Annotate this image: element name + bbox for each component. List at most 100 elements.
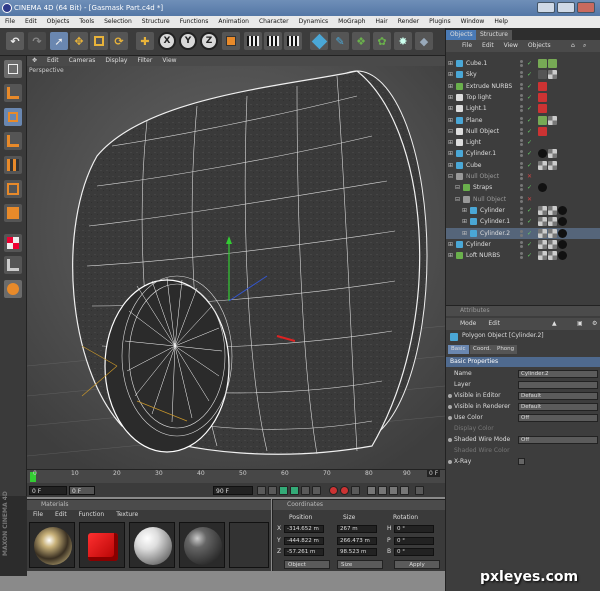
add-deformer-button[interactable]: ✸ bbox=[394, 32, 412, 50]
editor-visibility-dot[interactable] bbox=[520, 240, 523, 244]
object-row[interactable]: ⊟ Null Object ✕ bbox=[446, 194, 600, 205]
object-row[interactable]: ⊞ Cylinder ✓ bbox=[446, 239, 600, 250]
editor-visibility-dot[interactable] bbox=[520, 60, 523, 63]
use-model-mode-button[interactable] bbox=[4, 60, 22, 78]
object-row[interactable]: ⊞ Plane ✓ bbox=[446, 115, 600, 126]
z-axis-button[interactable]: Z bbox=[200, 32, 218, 50]
menu-help[interactable]: Help bbox=[489, 16, 513, 28]
render-visibility-dot[interactable] bbox=[520, 97, 523, 101]
perspective-viewport[interactable]: Perspective bbox=[27, 66, 445, 469]
object-tag-icon[interactable] bbox=[538, 59, 547, 68]
scale-tool-button[interactable] bbox=[90, 32, 108, 50]
frame-end-field[interactable]: 90 F bbox=[213, 486, 253, 495]
render-visibility-dot[interactable] bbox=[520, 131, 523, 135]
editor-visibility-dot[interactable] bbox=[520, 218, 523, 222]
render-visibility-dot[interactable] bbox=[520, 188, 523, 192]
materials-menu-file[interactable]: File bbox=[27, 510, 49, 520]
material-thumbnail-white[interactable] bbox=[129, 522, 175, 568]
enabled-check-icon[interactable]: ✓ bbox=[527, 115, 532, 126]
menu-plugins[interactable]: Plugins bbox=[424, 16, 456, 28]
obj-menu-edit[interactable]: Edit bbox=[477, 40, 499, 52]
coord-system-button[interactable] bbox=[222, 32, 240, 50]
menu-file[interactable]: File bbox=[0, 16, 20, 28]
render-visibility-dot[interactable] bbox=[520, 210, 523, 214]
material-thumbnail-dark[interactable] bbox=[179, 522, 225, 568]
record-button[interactable] bbox=[329, 486, 338, 495]
editor-visibility-dot[interactable] bbox=[520, 71, 523, 75]
editor-visibility-dot[interactable] bbox=[520, 206, 523, 210]
object-row[interactable]: ⊞ Top light ✓ bbox=[446, 92, 600, 103]
rotate-tool-button[interactable]: ⟳ bbox=[110, 32, 128, 50]
object-row[interactable]: ⊞ Cylinder ✓ bbox=[446, 205, 600, 216]
obj-menu-objects[interactable]: Objects bbox=[523, 40, 556, 52]
attr-menu-mode[interactable]: Mode bbox=[446, 318, 482, 330]
editor-visibility-dot[interactable] bbox=[520, 82, 523, 86]
attr-dropdown[interactable]: Off bbox=[518, 414, 598, 422]
enabled-check-icon[interactable]: ✓ bbox=[527, 92, 532, 103]
render-visibility-dot[interactable] bbox=[520, 86, 523, 90]
tweak-mode-button[interactable] bbox=[4, 256, 22, 274]
object-tag-icon[interactable] bbox=[548, 70, 557, 80]
key-scale-button[interactable] bbox=[378, 486, 387, 495]
autokey-button[interactable] bbox=[340, 486, 349, 495]
enabled-check-icon[interactable]: ✓ bbox=[527, 239, 532, 250]
add-spline-button[interactable]: ✎ bbox=[331, 32, 349, 50]
search-icon[interactable]: ⌕ bbox=[578, 40, 591, 52]
animate-dot-icon[interactable] bbox=[448, 438, 452, 442]
menu-structure[interactable]: Structure bbox=[137, 16, 175, 28]
material-thumbnail-chrome[interactable] bbox=[29, 522, 75, 568]
attr-dropdown[interactable]: Default bbox=[518, 392, 598, 400]
expand-toggle-icon[interactable]: ⊞ bbox=[448, 103, 453, 114]
menu-tools[interactable]: Tools bbox=[74, 16, 99, 28]
object-row[interactable]: ⊞ Cylinder.1 ✓ bbox=[446, 216, 600, 227]
y-axis-button[interactable]: Y bbox=[179, 32, 197, 50]
menu-hair[interactable]: Hair bbox=[370, 16, 392, 28]
render-visibility-dot[interactable] bbox=[520, 244, 523, 248]
object-row[interactable]: ⊞ Cylinder.2 ✓ bbox=[446, 227, 600, 239]
object-row[interactable]: ⊞ Cylinder.1 ✓ bbox=[446, 148, 600, 159]
viewport-nav-icon[interactable]: ✥ bbox=[27, 56, 42, 66]
object-tag-icon[interactable] bbox=[548, 115, 557, 125]
key-position-button[interactable] bbox=[367, 486, 376, 495]
add-array-button[interactable]: ✿ bbox=[373, 32, 391, 50]
object-row[interactable]: ⊟ Null Object ✓ bbox=[446, 126, 600, 137]
expand-toggle-icon[interactable]: ⊞ bbox=[448, 115, 453, 126]
coord-b-rotation[interactable]: 0 ° bbox=[394, 548, 434, 556]
object-row[interactable]: ⊞ Cube ✓ bbox=[446, 160, 600, 171]
material-thumbnail-red[interactable] bbox=[79, 522, 125, 568]
render-visibility-dot[interactable] bbox=[520, 75, 523, 79]
attr-dropdown[interactable]: Off bbox=[518, 436, 598, 444]
editor-visibility-dot[interactable] bbox=[520, 252, 523, 256]
undo-button[interactable]: ↶ bbox=[6, 32, 24, 50]
attr-tab-phong[interactable]: Phong bbox=[494, 345, 518, 354]
viewport-menu-display[interactable]: Display bbox=[100, 56, 132, 66]
render-visibility-dot[interactable] bbox=[520, 165, 523, 169]
render-visibility-dot[interactable] bbox=[520, 177, 523, 180]
render-visibility-dot[interactable] bbox=[520, 154, 523, 158]
timeline-menu-button[interactable] bbox=[415, 486, 424, 495]
object-row[interactable]: ⊞ Extrude NURBS ✓ bbox=[446, 81, 600, 92]
object-tag-icon[interactable] bbox=[548, 228, 557, 238]
enable-axis-button[interactable] bbox=[4, 234, 22, 252]
texture-mode-button[interactable] bbox=[4, 108, 22, 126]
object-tag-icon[interactable] bbox=[558, 217, 567, 227]
menu-character[interactable]: Character bbox=[254, 16, 294, 28]
expand-toggle-icon[interactable]: ⊞ bbox=[462, 216, 467, 227]
object-tag-icon[interactable] bbox=[538, 160, 547, 170]
enabled-check-icon[interactable]: ✓ bbox=[527, 69, 532, 80]
editor-visibility-dot[interactable] bbox=[520, 173, 523, 176]
viewport-menu-edit[interactable]: Edit bbox=[42, 56, 64, 66]
expand-toggle-icon[interactable]: ⊞ bbox=[448, 92, 453, 103]
enabled-check-icon[interactable]: ✓ bbox=[527, 216, 532, 227]
coord-y-size[interactable]: 266.473 m bbox=[337, 537, 377, 545]
object-tag-icon[interactable] bbox=[558, 228, 567, 238]
object-tag-icon[interactable] bbox=[548, 160, 557, 170]
editor-visibility-dot[interactable] bbox=[520, 195, 523, 199]
object-tag-icon[interactable] bbox=[538, 217, 547, 227]
viewport-menu-filter[interactable]: Filter bbox=[132, 56, 157, 66]
enabled-check-icon[interactable]: ✓ bbox=[527, 81, 532, 92]
enabled-check-icon[interactable]: ✓ bbox=[527, 58, 532, 69]
expand-toggle-icon[interactable]: ⊞ bbox=[448, 148, 453, 159]
menu-objects[interactable]: Objects bbox=[42, 16, 75, 28]
animate-dot-icon[interactable] bbox=[448, 394, 452, 398]
